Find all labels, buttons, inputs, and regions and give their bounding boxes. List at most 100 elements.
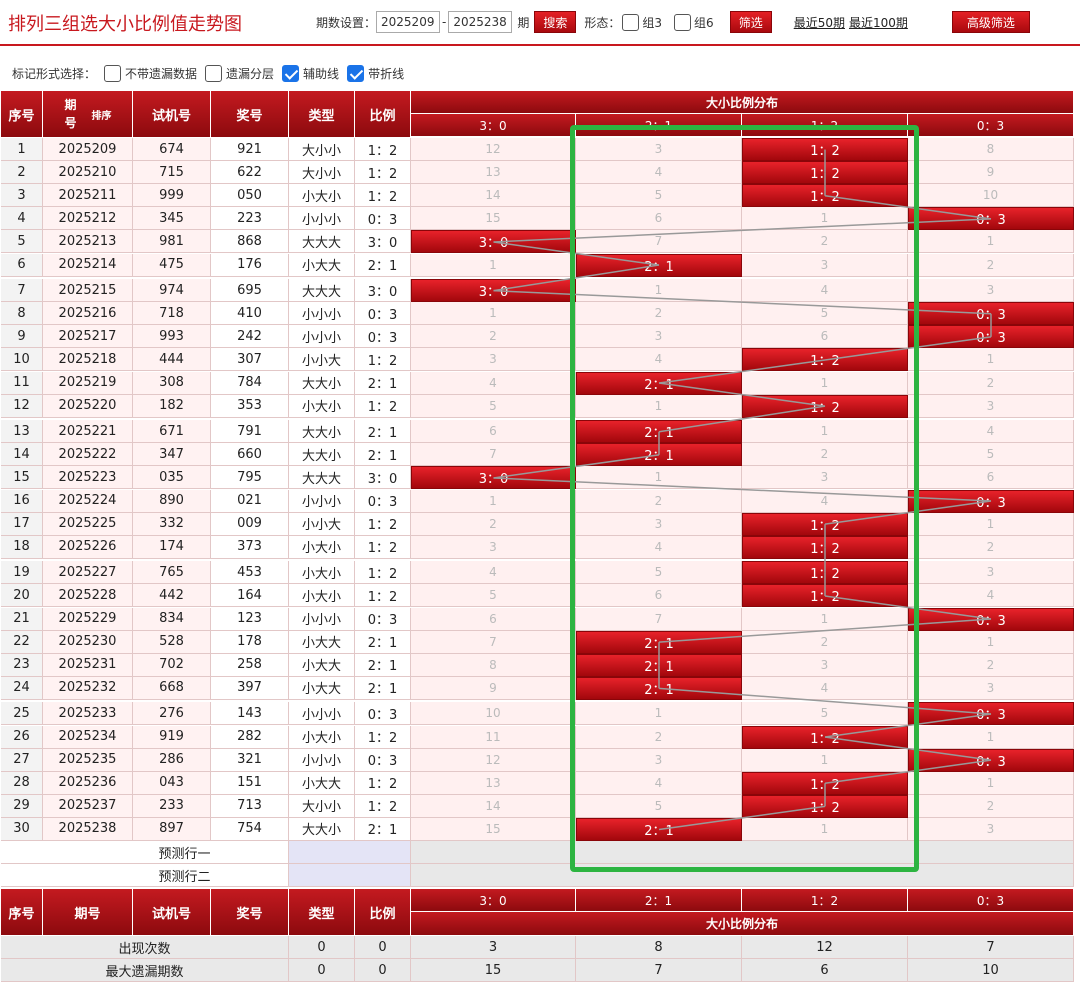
group6-label: 组6 — [694, 15, 714, 30]
row-test-number: 174 — [133, 535, 211, 559]
no-miss-data-checkbox[interactable] — [104, 64, 122, 82]
row-type: 小大大 — [289, 771, 355, 795]
dist-col-header: 2：1 — [576, 114, 742, 136]
predict-dist-cell[interactable] — [411, 841, 1074, 865]
miss-cell: 1 — [742, 371, 908, 395]
header-no: 序号 — [1, 91, 43, 137]
row-no: 20 — [1, 584, 43, 608]
hit-cell: 2：1 — [576, 676, 742, 700]
hit-cell: 1：2 — [742, 771, 908, 795]
miss-cell: 6 — [411, 607, 576, 631]
row-test-number: 528 — [133, 630, 211, 654]
stat-ratio-value: 0 — [355, 936, 411, 960]
miss-cell: 5 — [411, 584, 576, 608]
hit-cell: 2：1 — [576, 443, 742, 467]
predict-row-1[interactable]: 预测行一 — [1, 841, 289, 865]
row-test-number: 834 — [133, 607, 211, 631]
row-test-number: 981 — [133, 230, 211, 254]
row-ratio: 1：2 — [355, 161, 411, 185]
row-test-number: 999 — [133, 184, 211, 208]
row-prize-number: 223 — [211, 207, 289, 231]
hit-cell: 3：0 — [411, 279, 576, 303]
row-period: 2025212 — [43, 207, 133, 231]
row-prize-number: 242 — [211, 325, 289, 349]
row-ratio: 1：2 — [355, 512, 411, 536]
stat-dist-value: 3 — [411, 936, 576, 960]
start-period-input[interactable]: 2025209 — [376, 11, 441, 33]
miss-cell: 3 — [411, 535, 576, 559]
row-period: 2025216 — [43, 302, 133, 326]
search-button[interactable]: 搜索 — [534, 11, 577, 33]
group3-checkbox[interactable] — [622, 13, 640, 31]
predict-type-cell[interactable] — [289, 864, 411, 888]
miss-cell: 13 — [411, 771, 576, 795]
predict-type-cell[interactable] — [289, 841, 411, 865]
miss-cell: 1 — [576, 394, 742, 418]
stat-dist-value: 15 — [411, 959, 576, 982]
aux-line-checkbox[interactable] — [282, 64, 300, 82]
miss-cell: 14 — [411, 184, 576, 208]
row-prize-number: 453 — [211, 561, 289, 585]
no-miss-data-label: 不带遗漏数据 — [125, 66, 198, 81]
row-ratio: 2：1 — [355, 253, 411, 277]
miss-layer-checkbox[interactable] — [205, 64, 223, 82]
row-no: 8 — [1, 302, 43, 326]
miss-cell: 8 — [908, 138, 1074, 162]
row-no: 24 — [1, 676, 43, 700]
row-type: 大大大 — [289, 279, 355, 303]
row-type: 大大小 — [289, 420, 355, 444]
miss-cell: 4 — [576, 161, 742, 185]
row-type: 小小小 — [289, 489, 355, 513]
miss-cell: 2 — [908, 253, 1074, 277]
miss-cell: 13 — [411, 161, 576, 185]
filter-button[interactable]: 筛选 — [729, 11, 772, 33]
miss-cell: 5 — [576, 184, 742, 208]
row-period: 2025221 — [43, 420, 133, 444]
miss-cell: 2 — [908, 535, 1074, 559]
group6-checkbox[interactable] — [674, 13, 692, 31]
row-no: 1 — [1, 138, 43, 162]
miss-cell: 4 — [908, 420, 1074, 444]
row-prize-number: 178 — [211, 630, 289, 654]
header-prize: 奖号 — [211, 91, 289, 137]
row-test-number: 668 — [133, 676, 211, 700]
miss-cell: 6 — [576, 584, 742, 608]
row-period: 2025214 — [43, 253, 133, 277]
predict-row-2[interactable]: 预测行二 — [1, 864, 289, 888]
row-prize-number: 868 — [211, 230, 289, 254]
row-prize-number: 795 — [211, 466, 289, 490]
row-no: 10 — [1, 348, 43, 372]
row-test-number: 718 — [133, 302, 211, 326]
advanced-filter-button[interactable]: 高级筛选 — [951, 11, 1030, 33]
row-ratio: 1：2 — [355, 535, 411, 559]
recent50-link[interactable]: 最近50期 — [794, 14, 845, 31]
row-ratio: 3：0 — [355, 466, 411, 490]
hit-cell: 0：3 — [908, 207, 1074, 231]
row-no: 12 — [1, 394, 43, 418]
row-prize-number: 791 — [211, 420, 289, 444]
miss-cell: 1 — [411, 253, 576, 277]
row-period: 2025229 — [43, 607, 133, 631]
miss-cell: 2 — [742, 230, 908, 254]
polyline-checkbox[interactable] — [347, 64, 365, 82]
row-period: 2025232 — [43, 676, 133, 700]
row-no: 13 — [1, 420, 43, 444]
predict-dist-cell[interactable] — [411, 864, 1074, 888]
sort-icon[interactable]: 排序 — [92, 107, 112, 122]
row-test-number: 043 — [133, 771, 211, 795]
footer-dist-col-header: 1：2 — [742, 889, 908, 912]
row-no: 5 — [1, 230, 43, 254]
row-no: 19 — [1, 561, 43, 585]
row-prize-number: 123 — [211, 607, 289, 631]
header-period[interactable]: 期号 排序 — [43, 91, 133, 137]
row-prize-number: 695 — [211, 279, 289, 303]
recent100-link[interactable]: 最近100期 — [849, 14, 908, 31]
row-prize-number: 307 — [211, 348, 289, 372]
row-prize-number: 713 — [211, 794, 289, 818]
row-test-number: 444 — [133, 348, 211, 372]
miss-cell: 5 — [908, 443, 1074, 467]
mark-label: 标记形式选择： — [12, 66, 97, 81]
end-period-input[interactable]: 2025238 — [448, 11, 513, 33]
miss-cell: 5 — [742, 302, 908, 326]
miss-cell: 4 — [576, 535, 742, 559]
